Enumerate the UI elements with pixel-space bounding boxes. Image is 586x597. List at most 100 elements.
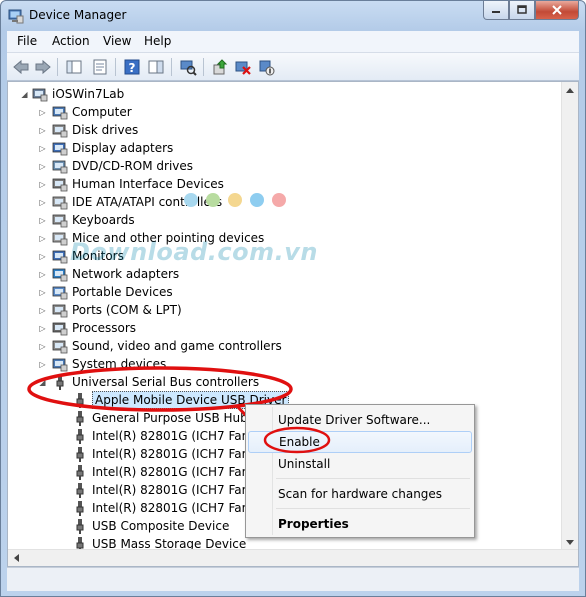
usb-plug-icon: [76, 393, 84, 408]
show-hide-console-tree-icon[interactable]: [65, 58, 83, 76]
watermark-dot: [272, 193, 286, 207]
usb-plug-icon: [76, 411, 84, 426]
category-icon: [52, 196, 68, 210]
menu-bar: File Action View Help: [7, 31, 579, 53]
expand-arrow-icon[interactable]: ▷: [38, 342, 47, 351]
minimize-button[interactable]: [483, 1, 509, 20]
tree-category[interactable]: ▷ Portable Devices: [8, 283, 308, 301]
menu-update-driver-software[interactable]: Update Driver Software...: [248, 409, 472, 431]
menu-action[interactable]: Action: [52, 34, 90, 48]
category-icon: [52, 250, 68, 264]
tree-category[interactable]: ▷ Display adapters: [8, 139, 308, 157]
watermark-text: Download.com.vn: [70, 238, 318, 266]
menu-file[interactable]: File: [17, 34, 37, 48]
computer-icon: [32, 88, 48, 102]
menu-uninstall[interactable]: Uninstall: [248, 453, 472, 475]
maximize-button[interactable]: [509, 1, 535, 20]
tree-category-label: Processors: [72, 321, 137, 335]
expand-arrow-icon[interactable]: ▷: [38, 288, 47, 297]
expand-arrow-icon[interactable]: ▷: [38, 216, 47, 225]
device-manager-icon: [8, 9, 24, 24]
close-button[interactable]: [535, 1, 579, 20]
action-pane-icon[interactable]: [147, 58, 165, 76]
tree-category[interactable]: ▷ Sound, video and game controllers: [8, 337, 308, 355]
uninstall-icon[interactable]: [234, 58, 252, 76]
tree-category[interactable]: ◢ Universal Serial Bus controllers: [8, 373, 308, 391]
tree-category-label: Computer: [72, 105, 132, 119]
help-icon[interactable]: ?: [123, 58, 141, 76]
category-icon: [52, 286, 68, 300]
usb-plug-icon: [76, 465, 84, 480]
expand-arrow-icon[interactable]: ▷: [38, 234, 47, 243]
scan-hardware-icon[interactable]: [179, 58, 197, 76]
menu-scan-for-hardware-changes[interactable]: Scan for hardware changes: [248, 483, 472, 505]
back-arrow-icon[interactable]: [12, 58, 30, 76]
usb-plug-icon: [76, 447, 84, 462]
expand-arrow-icon[interactable]: ▷: [38, 144, 47, 153]
disable-device-icon[interactable]: [257, 58, 275, 76]
tree-category[interactable]: ▷ Processors: [8, 319, 308, 337]
tree-category[interactable]: ▷ Human Interface Devices: [8, 175, 308, 193]
vertical-scrollbar[interactable]: [561, 82, 578, 551]
tree-category[interactable]: ▷ Network adapters: [8, 265, 308, 283]
toolbar-separator: [171, 58, 172, 76]
context-menu: Update Driver Software... Enable Uninsta…: [245, 404, 475, 538]
tree-category-label: Display adapters: [72, 141, 174, 155]
update-driver-icon[interactable]: [211, 58, 229, 76]
tree-category[interactable]: ▷ Disk drives: [8, 121, 308, 139]
expand-arrow-icon[interactable]: ▷: [38, 108, 47, 117]
toolbar-separator: [115, 58, 116, 76]
collapse-arrow-icon[interactable]: ◢: [38, 378, 47, 387]
title-bar[interactable]: Device Manager: [1, 1, 585, 31]
expand-arrow-icon[interactable]: ▷: [38, 360, 47, 369]
collapse-arrow-icon[interactable]: ◢: [20, 90, 29, 99]
maximize-icon: [517, 5, 527, 14]
tree-category-label: Disk drives: [72, 123, 139, 137]
expand-arrow-icon[interactable]: ▷: [38, 252, 47, 261]
horizontal-scrollbar[interactable]: [8, 549, 578, 566]
usb-plug-icon: [76, 519, 84, 534]
watermark-dot: [228, 193, 242, 207]
expand-arrow-icon[interactable]: ▷: [38, 306, 47, 315]
usb-plug-icon: [76, 483, 84, 498]
expand-arrow-icon[interactable]: ▷: [38, 324, 47, 333]
scroll-down-icon[interactable]: [566, 540, 574, 546]
category-icon: [52, 340, 68, 354]
expand-arrow-icon[interactable]: ▷: [38, 270, 47, 279]
expand-arrow-icon[interactable]: ▷: [38, 198, 47, 207]
category-icon: [52, 178, 68, 192]
menu-properties[interactable]: Properties: [248, 513, 472, 535]
menu-help[interactable]: Help: [144, 34, 171, 48]
usb-plug-icon: [76, 429, 84, 444]
tree-category[interactable]: ▷ DVD/CD-ROM drives: [8, 157, 308, 175]
tree-category[interactable]: ▷ Keyboards: [8, 211, 308, 229]
expand-arrow-icon[interactable]: ▷: [38, 126, 47, 135]
category-icon: [52, 160, 68, 174]
tree-category-label: Portable Devices: [72, 285, 173, 299]
toolbar-separator: [57, 58, 58, 76]
tree-category-label: Human Interface Devices: [72, 177, 224, 191]
tree-category[interactable]: ▷ Computer: [8, 103, 308, 121]
tree-category[interactable]: ▷ Ports (COM & LPT): [8, 301, 308, 319]
properties-sheet-icon[interactable]: [91, 58, 109, 76]
forward-arrow-icon[interactable]: [34, 58, 52, 76]
tree-category-label: DVD/CD-ROM drives: [72, 159, 194, 173]
tree-category-label: Universal Serial Bus controllers: [72, 375, 260, 389]
tree-category-label: Ports (COM & LPT): [72, 303, 182, 317]
tree-category-label: Keyboards: [72, 213, 135, 227]
category-icon: [52, 106, 68, 120]
svg-text:?: ?: [129, 61, 136, 75]
tree-root-label: iOSWin7Lab: [52, 87, 125, 101]
tree-root[interactable]: ◢ iOSWin7Lab: [8, 85, 308, 103]
tree-category[interactable]: ▷ System devices: [8, 355, 308, 373]
scroll-up-icon[interactable]: [566, 87, 574, 93]
menu-view[interactable]: View: [103, 34, 131, 48]
context-menu-separator: [276, 508, 470, 509]
watermark-dot: [206, 193, 220, 207]
menu-enable[interactable]: Enable: [248, 431, 472, 453]
expand-arrow-icon[interactable]: ▷: [38, 162, 47, 171]
expand-arrow-icon[interactable]: ▷: [38, 180, 47, 189]
category-icon: [52, 304, 68, 318]
category-icon: [56, 375, 64, 390]
scroll-left-icon[interactable]: [13, 554, 19, 562]
